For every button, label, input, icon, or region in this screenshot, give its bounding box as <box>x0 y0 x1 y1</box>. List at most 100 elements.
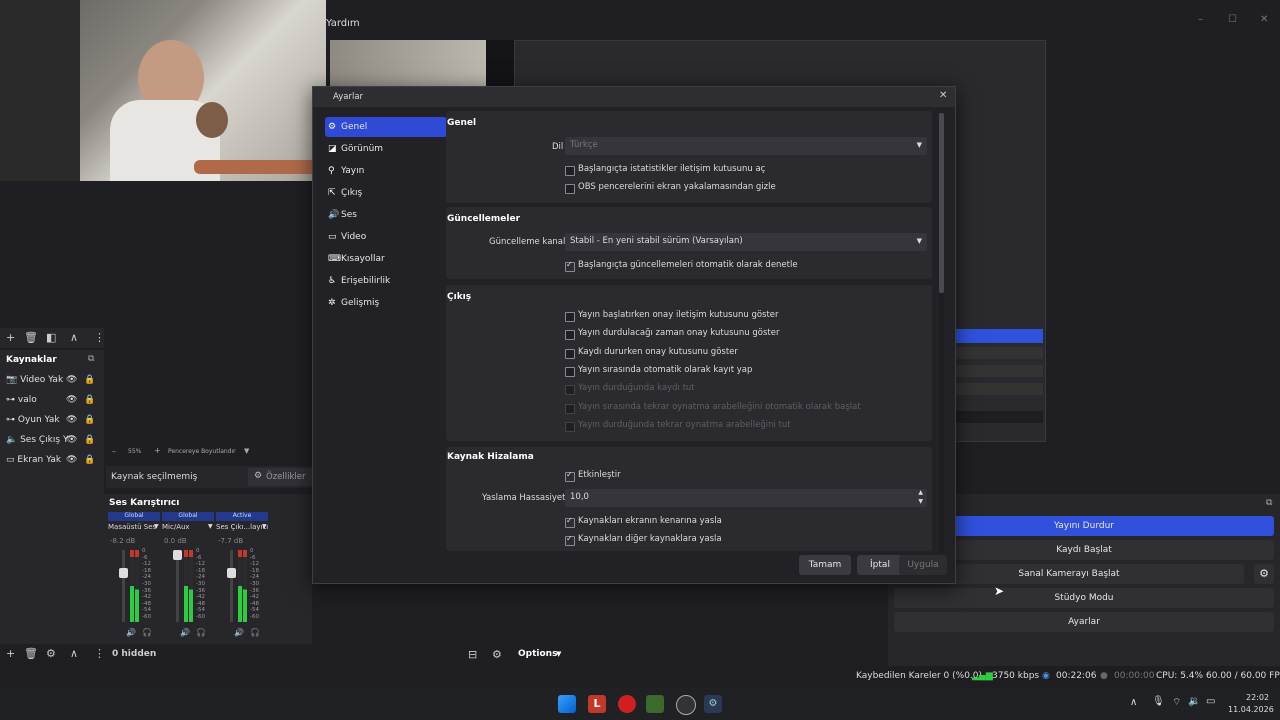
nav-item-output[interactable]: ⇱ Çıkış <box>325 183 447 203</box>
properties-button[interactable]: ⚙ Özellikler <box>248 468 312 486</box>
headphones-icon[interactable]: 🎧 <box>142 628 152 637</box>
chevron-down-icon[interactable]: ▼ <box>262 523 267 530</box>
nav-item-gear[interactable]: ⚙ Genel <box>325 117 447 137</box>
chevron-down-icon[interactable]: ▼ <box>244 447 249 455</box>
volume-slider-track[interactable] <box>176 550 179 622</box>
settings-icon[interactable]: ⚙ <box>492 648 502 661</box>
spin-down-icon[interactable]: ▼ <box>918 498 923 505</box>
volume-icon[interactable]: 🔉 <box>1188 696 1200 707</box>
eye-icon[interactable]: 👁 <box>66 390 77 410</box>
obs-icon[interactable] <box>676 695 696 715</box>
more-icon[interactable]: ⋮ <box>94 331 105 344</box>
checkbox[interactable] <box>565 330 575 341</box>
checkbox[interactable] <box>565 166 575 176</box>
eye-icon[interactable]: 👁 <box>66 450 77 470</box>
clock-date[interactable]: 11.04.2026 <box>1228 705 1274 714</box>
battery-icon[interactable]: ▭ <box>1206 696 1215 707</box>
add-icon[interactable]: + <box>6 331 15 344</box>
checkbox-checked[interactable] <box>565 516 575 528</box>
layout-icon[interactable]: ⊟ <box>468 648 477 661</box>
channel-name[interactable]: Mic/Aux <box>162 523 214 533</box>
headphones-icon[interactable]: 🎧 <box>196 628 206 637</box>
scrollbar-track[interactable] <box>939 113 944 553</box>
app-icon[interactable] <box>646 695 664 713</box>
source-item-valo[interactable]: ⊶ valo 👁 🔒 <box>6 390 98 410</box>
trash-icon[interactable]: 🗑 <box>24 647 38 660</box>
sensitivity-spinbox[interactable]: 10,0 ▲ ▼ <box>565 489 927 507</box>
lock-icon[interactable]: 🔒 <box>84 370 95 390</box>
scrollbar-thumb[interactable] <box>939 113 944 293</box>
undock-icon[interactable]: ⧉ <box>88 354 94 364</box>
settings-button[interactable]: Ayarlar <box>894 612 1274 632</box>
fit-window-label[interactable]: Pencereye Boyutlandır <box>168 448 236 455</box>
checkbox[interactable] <box>565 184 575 194</box>
nav-item-wrench[interactable]: ✲ Gelişmiş <box>325 293 447 313</box>
app-l-icon[interactable]: L <box>588 695 606 713</box>
cancel-button[interactable]: İptal <box>857 555 903 575</box>
language-select[interactable]: Türkçe ▼ <box>565 137 927 155</box>
ok-button[interactable]: Tamam <box>799 555 851 575</box>
channel-name[interactable]: Ses Çıkı...layıcısı <box>216 523 268 533</box>
options-dropdown[interactable]: Options ▼ <box>508 646 566 664</box>
eye-icon[interactable]: 👁 <box>66 410 77 430</box>
close-window-button[interactable]: ✕ <box>1260 14 1268 25</box>
nav-item-speaker[interactable]: 🔊 Ses <box>325 205 447 225</box>
volume-slider-track[interactable] <box>230 550 233 622</box>
move-up-icon[interactable]: ∧ <box>70 647 78 660</box>
channel-name[interactable]: Masaüstü Ses <box>108 523 160 533</box>
windows-start-icon[interactable] <box>558 695 576 713</box>
source-item-audio-output[interactable]: 🔈 Ses Çıkış Y 👁 🔒 <box>6 430 98 450</box>
apply-button[interactable]: Uygula <box>899 555 947 575</box>
undock-icon[interactable]: ⧉ <box>1266 498 1272 508</box>
lock-icon[interactable]: 🔒 <box>84 410 95 430</box>
nav-item-antenna[interactable]: ⚲ Yayın <box>325 161 447 181</box>
checkbox[interactable] <box>565 312 575 322</box>
nav-item-monitor[interactable]: ▭ Video <box>325 227 447 247</box>
checkbox[interactable] <box>565 366 575 377</box>
minimize-button[interactable]: – <box>1198 14 1203 25</box>
chevron-down-icon[interactable]: ▼ <box>154 523 159 530</box>
gear-icon[interactable]: ⚙ <box>704 695 722 713</box>
chevron-up-icon[interactable]: ∧ <box>1130 697 1137 708</box>
clock-time[interactable]: 22:02 <box>1246 693 1269 702</box>
volume-slider-handle[interactable] <box>119 568 128 578</box>
lock-icon[interactable]: 🔒 <box>84 390 95 410</box>
nav-item-appearance[interactable]: ◪ Görünüm <box>325 139 447 159</box>
speaker-icon[interactable]: 🔊 <box>126 628 136 637</box>
speaker-icon[interactable]: 🔊 <box>234 628 244 637</box>
checkbox[interactable] <box>565 348 575 359</box>
spin-up-icon[interactable]: ▲ <box>918 489 923 496</box>
headphones-icon[interactable]: 🎧 <box>250 628 260 637</box>
zoom-in-button[interactable]: + <box>154 446 161 455</box>
update-channel-select[interactable]: Stabil - En yeni stabil sürüm (Varsayıla… <box>565 233 927 251</box>
opera-icon[interactable] <box>618 695 636 713</box>
maximize-button[interactable]: ☐ <box>1228 14 1237 25</box>
close-icon[interactable]: ✕ <box>939 90 947 101</box>
filter-icon[interactable]: ◧ <box>46 331 56 344</box>
gear-icon[interactable]: ⚙ <box>46 647 56 660</box>
virtual-camera-settings-icon[interactable]: ⚙ <box>1254 564 1274 584</box>
wifi-icon[interactable]: ⌔ <box>1172 696 1181 709</box>
lock-icon[interactable]: 🔒 <box>84 450 95 470</box>
volume-slider-track[interactable] <box>122 550 125 622</box>
nav-item-accessibility[interactable]: ♿ Erişebilirlik <box>325 271 447 291</box>
nav-item-keyboard[interactable]: ⌨ Kısayollar <box>325 249 447 269</box>
checkbox-checked[interactable] <box>565 534 575 546</box>
checkbox-checked[interactable] <box>565 260 575 272</box>
menu-help[interactable]: Yardım <box>326 18 360 29</box>
trash-icon[interactable]: 🗑 <box>24 331 38 344</box>
volume-slider-handle[interactable] <box>227 568 236 578</box>
source-item-video[interactable]: 📷 Video Yak 👁 🔒 <box>6 370 98 390</box>
eye-icon[interactable]: 👁 <box>66 370 77 390</box>
microphone-icon[interactable]: 🎙 <box>1152 696 1165 707</box>
studio-mode-button[interactable]: Stüdyo Modu <box>894 588 1274 608</box>
source-item-game[interactable]: ⊶ Oyun Yak 👁 🔒 <box>6 410 98 430</box>
zoom-out-button[interactable]: – <box>112 447 116 456</box>
speaker-icon[interactable]: 🔊 <box>180 628 190 637</box>
source-item-screen[interactable]: ▭ Ekran Yak 👁 🔒 <box>6 450 98 470</box>
eye-icon[interactable]: 👁 <box>66 430 77 450</box>
lock-icon[interactable]: 🔒 <box>84 430 95 450</box>
chevron-down-icon[interactable]: ▼ <box>208 523 213 530</box>
volume-slider-handle[interactable] <box>173 550 182 560</box>
add-icon[interactable]: + <box>6 647 15 660</box>
